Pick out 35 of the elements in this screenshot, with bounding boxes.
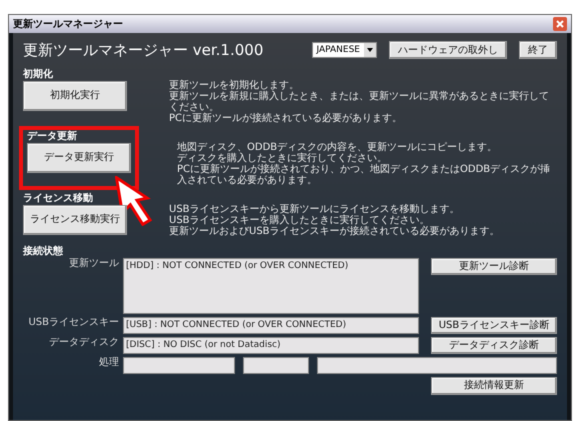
dropdown-caret-icon [364,43,376,58]
refresh-button[interactable]: 接続情報更新 [431,376,557,394]
description-text: 更新ツールを初期化します。 [169,80,300,90]
description-text: 更新ツールを新規に購入したとき、または、更新ツールに異常があるときに実行してください。 [169,90,550,112]
diagnose-button[interactable]: データディスク診断 [431,336,557,354]
section-button[interactable]: ライセンス移動実行 [23,204,127,234]
header-button[interactable]: ハードウェアの取外し [389,41,507,60]
description-text: ディスクを購入したときに実行してください。 [177,152,388,164]
description-text: PCに更新ツールが接続されており、かつ、地図ディスクまたはODDBディスクが挿入されている必要があります。 [177,164,552,186]
header-button[interactable]: 終了 [519,41,557,60]
section-heading: ライセンス移動 [23,192,94,204]
window-title: 更新ツールマネージャー [13,17,123,32]
status-label: USBライセンスキー [27,316,119,328]
section-heading: 初期化 [23,68,54,80]
process-field [243,356,309,374]
status-field[interactable]: [USB] : NOT CONNECTED (or OVER CONNECTED) [123,316,419,334]
status-label: 更新ツール [68,258,119,270]
close-icon[interactable] [553,17,567,31]
section-button[interactable]: 初期化実行 [23,80,127,110]
description-text: USBライセンスキーを購入したときに実行してください。 [169,214,431,226]
description-text: 地図ディスク、ODDBディスクの内容を、更新ツールにコピーします。 [177,142,498,152]
section-heading: 接続状態 [23,244,64,258]
diagnose-button[interactable]: 更新ツール診断 [431,258,557,274]
process-label: 処理 [98,356,119,368]
diagnose-button[interactable]: USBライセンスキー診断 [431,316,557,334]
app-title: 更新ツールマネージャー ver.1.000 [23,40,264,61]
section-button[interactable]: データ更新実行 [27,142,131,172]
status-field[interactable]: [DISC] : NO DISC (or not Datadisc) [123,336,419,354]
description-text: USBライセンスキーから更新ツールにライセンスを移動します。 [169,204,461,214]
status-field[interactable]: [HDD] : NOT CONNECTED (or OVER CONNECTED) [123,258,419,314]
description-text: 更新ツールおよびUSBライセンスキーが接続されている必要があります。 [169,226,500,236]
language-dropdown[interactable]: JAPANESE [312,42,377,58]
description-text: PCに更新ツールが接続されている必要があります。 [169,112,404,124]
section-heading: データ更新 [27,130,78,142]
status-label: データディスク [48,336,119,348]
